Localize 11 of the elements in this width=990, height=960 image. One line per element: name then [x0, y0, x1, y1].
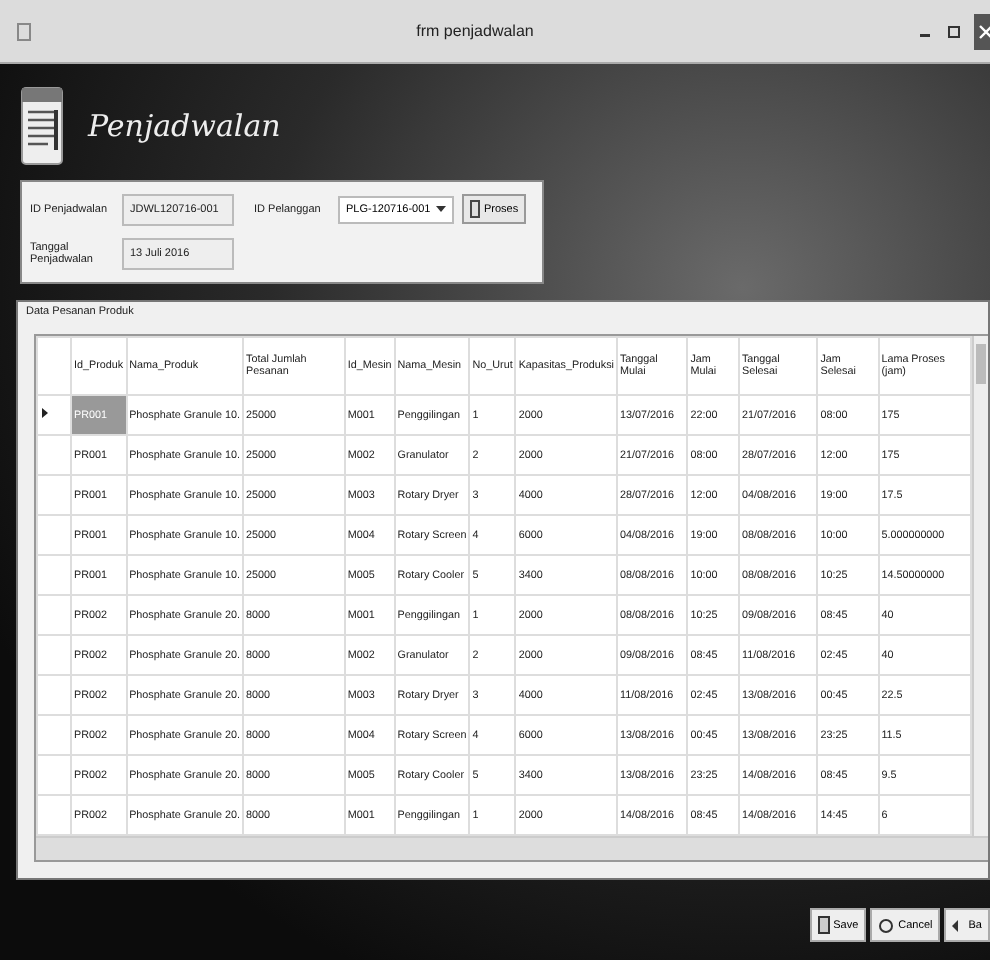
document-icon: [470, 200, 480, 218]
page-title: Penjadwalan: [88, 108, 281, 144]
vertical-scrollbar[interactable]: [972, 336, 988, 836]
maximize-icon[interactable]: [946, 23, 962, 39]
caret-icon: [436, 205, 446, 213]
schedule-document-icon: [20, 86, 64, 166]
close-icon[interactable]: [974, 13, 990, 49]
window-title: frm penjadwalan: [414, 22, 536, 40]
horizontal-scrollbar[interactable]: [36, 836, 988, 860]
app-icon: [16, 21, 32, 41]
current-row-icon: [42, 408, 48, 418]
